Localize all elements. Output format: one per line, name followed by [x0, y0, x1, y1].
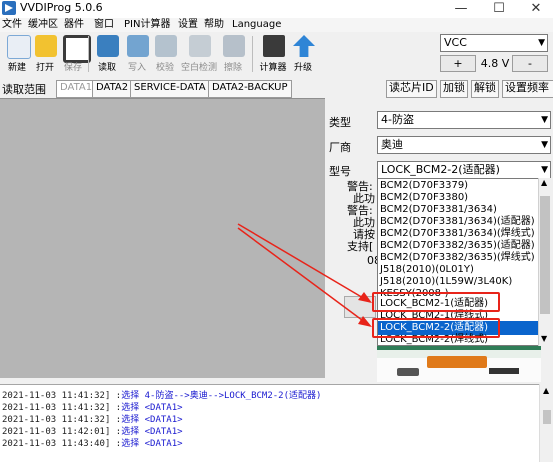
log-entry: 2021-11-03 11:43:40] :选择 <DATA1> — [2, 439, 183, 449]
menu-settings[interactable]: 设置 — [178, 18, 198, 32]
menu-help[interactable]: 帮助 — [204, 18, 224, 32]
unlock-button[interactable]: 解锁 — [471, 80, 499, 98]
chevron-down-icon: ▼ — [541, 115, 548, 125]
menu-window[interactable]: 窗口 — [94, 18, 114, 32]
log-panel: 2021-11-03 11:41:32] :选择 4-防盗-->奥迪-->LOC… — [0, 384, 553, 462]
read-chip-icon — [97, 35, 119, 57]
verify-icon — [155, 35, 177, 57]
log-timestamp: 2021-11-03 11:43:40] : — [2, 439, 122, 449]
annotation-highlight-box — [372, 318, 500, 338]
upgrade-arrow-icon — [293, 35, 315, 57]
menu-buffer[interactable]: 缓冲区 — [28, 18, 58, 32]
power-select-value: VCC — [444, 36, 467, 49]
scroll-down-icon[interactable]: ▼ — [541, 334, 547, 343]
save-disk-icon — [63, 35, 91, 63]
log-timestamp: 2021-11-03 11:41:32] : — [2, 415, 122, 425]
toolbar-separator — [252, 36, 253, 72]
save-button-label: 保存 — [63, 63, 82, 73]
dropdown-scroll-thumb[interactable] — [540, 196, 550, 314]
annotation-arrows — [237, 223, 372, 327]
log-message: 选择 <DATA1> — [121, 427, 183, 437]
log-message: 选择 <DATA1> — [121, 403, 183, 413]
log-timestamp: 2021-11-03 11:41:32] : — [2, 403, 122, 413]
upgrade-button[interactable]: 升级 — [288, 32, 318, 76]
model-label: 型号 — [329, 165, 351, 178]
set-frequency-button[interactable]: 设置频率 — [502, 80, 553, 98]
log-timestamp: 2021-11-03 11:41:32] : — [2, 391, 122, 401]
tab-data1[interactable]: DATA1 — [56, 80, 97, 98]
read-chip-id-button[interactable]: 读芯片ID — [386, 80, 437, 98]
tab-data2[interactable]: DATA2 — [92, 80, 133, 98]
log-entry: 2021-11-03 11:41:32] :选择 <DATA1> — [2, 403, 183, 413]
new-file-icon — [7, 35, 31, 59]
maker-label: 厂商 — [329, 141, 351, 154]
upgrade-button-label: 升级 — [293, 63, 312, 73]
blank-check-button[interactable]: 空白检测 — [181, 32, 217, 76]
log-entry: 2021-11-03 11:42:01] :选择 <DATA1> — [2, 427, 183, 437]
type-select-value: 4-防盗 — [381, 113, 414, 126]
read-range-bar: 读取范围 DATA1 DATA2 SERVICE-DATA DATA2-BACK… — [0, 80, 553, 98]
erase-button[interactable]: 擦除 — [218, 32, 248, 76]
erase-icon — [223, 35, 245, 57]
verify-button-label: 校验 — [155, 63, 174, 73]
menu-pin-calculator[interactable]: PIN计算器 — [124, 18, 170, 32]
log-message: 选择 4-防盗-->奥迪-->LOCK_BCM2-2(适配器) — [121, 391, 322, 401]
erase-button-label: 擦除 — [223, 63, 242, 73]
save-button[interactable]: 保存 — [58, 32, 91, 76]
log-entry: 2021-11-03 11:41:32] :选择 <DATA1> — [2, 415, 183, 425]
maker-select[interactable]: 奥迪 ▼ — [377, 136, 551, 154]
voltage-minus-button[interactable]: - — [512, 55, 548, 72]
app-logo-icon — [2, 1, 16, 15]
maker-select-value: 奥迪 — [381, 138, 403, 151]
maximize-button[interactable]: ☐ — [484, 0, 514, 18]
chevron-down-icon: ▼ — [538, 38, 545, 48]
minimize-button[interactable]: — — [446, 0, 476, 18]
chevron-down-icon: ▼ — [541, 140, 548, 150]
chevron-down-icon: ▼ — [541, 165, 548, 175]
log-message: 选择 <DATA1> — [121, 439, 183, 449]
log-scroll-thumb[interactable] — [543, 410, 551, 424]
write-chip-icon — [127, 35, 149, 57]
lock-button[interactable]: 加锁 — [440, 80, 468, 98]
open-folder-icon — [35, 35, 57, 57]
model-select-value: LOCK_BCM2-2(适配器) — [381, 163, 500, 176]
device-image — [377, 340, 541, 382]
log-scrollbar[interactable]: ▲ — [539, 384, 553, 462]
verify-button[interactable]: 校验 — [150, 32, 180, 76]
menu-bar: 文件 缓冲区 器件 窗口 PIN计算器 设置 帮助 Language — [0, 18, 553, 32]
calculator-icon — [263, 35, 285, 57]
blank-check-button-label: 空白检测 — [180, 63, 217, 73]
menu-device[interactable]: 器件 — [64, 18, 84, 32]
tab-service-data[interactable]: SERVICE-DATA — [130, 80, 210, 98]
power-select[interactable]: VCC ▼ — [440, 34, 548, 52]
menu-file[interactable]: 文件 — [2, 18, 22, 32]
voltage-plus-button[interactable]: + — [440, 55, 476, 72]
close-button[interactable]: ✕ — [521, 0, 551, 18]
model-select[interactable]: LOCK_BCM2-2(适配器) ▼ — [377, 161, 551, 179]
tab-data2-backup[interactable]: DATA2-BACKUP — [208, 80, 292, 98]
annotation-highlight-box — [372, 292, 500, 312]
blank-check-icon — [189, 35, 211, 57]
voltage-value: 4.8 V — [480, 57, 510, 70]
log-entry: 2021-11-03 11:41:32] :选择 4-防盗-->奥迪-->LOC… — [2, 391, 321, 401]
scroll-up-icon[interactable]: ▲ — [541, 178, 547, 187]
log-timestamp: 2021-11-03 11:42:01] : — [2, 427, 122, 437]
read-range-label: 读取范围 — [2, 83, 46, 96]
title-bar: VVDIProg 5.0.6 — ☐ ✕ — [0, 0, 553, 18]
window-title: VVDIProg 5.0.6 — [20, 1, 103, 14]
menu-language[interactable]: Language — [232, 18, 281, 32]
log-message: 选择 <DATA1> — [121, 415, 183, 425]
type-select[interactable]: 4-防盗 ▼ — [377, 111, 551, 129]
type-label: 类型 — [329, 116, 351, 129]
scroll-up-icon[interactable]: ▲ — [543, 386, 549, 395]
